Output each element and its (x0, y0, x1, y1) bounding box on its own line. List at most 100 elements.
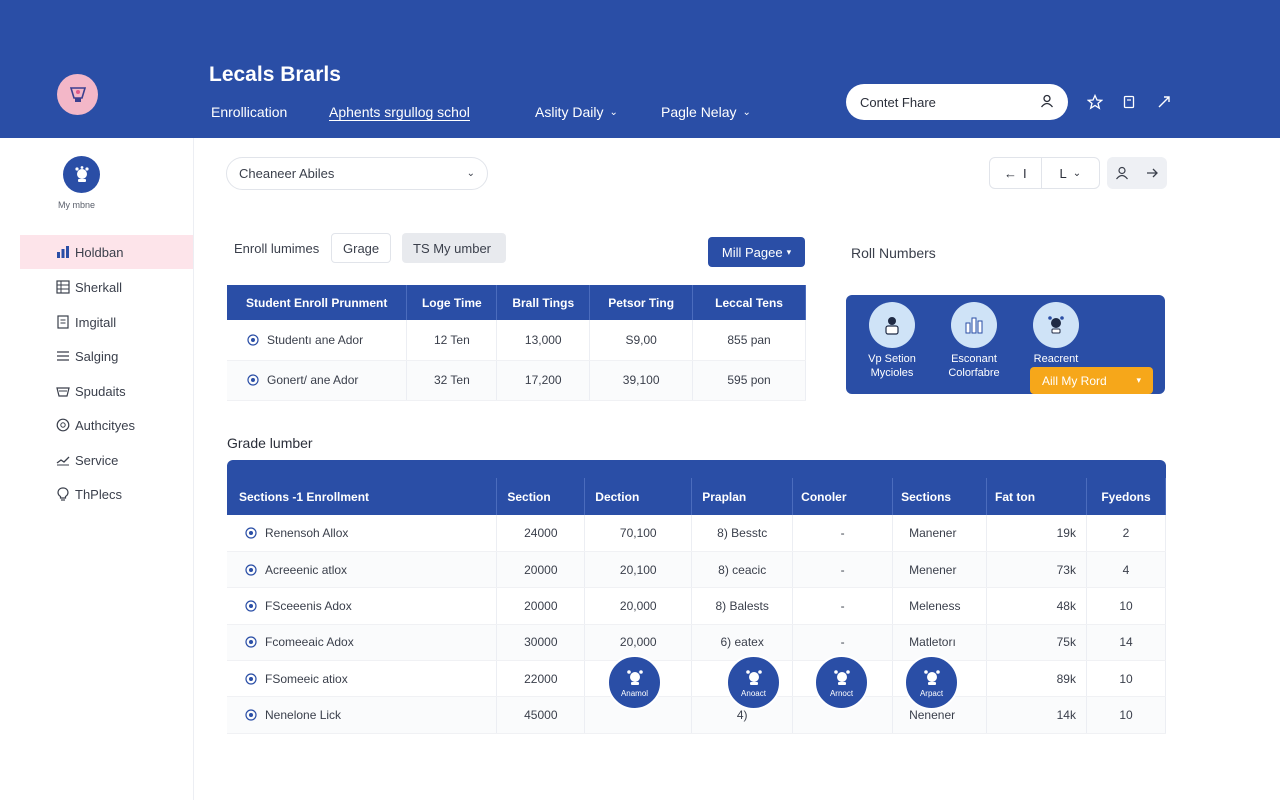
student-icon (245, 673, 257, 685)
badge-label: Anoact (741, 689, 766, 698)
column-header[interactable]: Praplan (691, 478, 794, 515)
grade-table: Sections -1 Enrollment Section Dection P… (227, 478, 1167, 734)
avatar[interactable] (63, 156, 100, 193)
tab-my-umber[interactable]: TS My umber (402, 233, 506, 263)
chevron-down-icon: ⌄ (1072, 167, 1082, 179)
logo-badge-icon[interactable] (57, 74, 98, 115)
table-row[interactable]: Gonert/ ane Ador 32 Ten 17,200 39,100 59… (227, 360, 806, 401)
sidebar-item-salging[interactable]: Salging (20, 339, 193, 373)
student-group-icon (1033, 302, 1079, 348)
student-icon (247, 334, 259, 346)
cell-text: Fcomeeaic Adox (265, 635, 354, 650)
page-indicator: I (1022, 165, 1027, 181)
table-cell: 20,100 (584, 551, 693, 589)
grade-number-title: Grade lumber (227, 435, 313, 451)
nav-aslity-daily[interactable]: Aslity Daily ⌄ (535, 104, 618, 120)
pager: ← I L ⌄ (989, 157, 1100, 189)
roll-item[interactable]: Vp Setion Mycioles (856, 302, 928, 380)
mill-page-button[interactable]: Mill Pagee ▾ (708, 237, 805, 267)
table-header-row: Student Enroll Prunment Loge Time Brall … (227, 285, 806, 320)
sidebar-item-holdban[interactable]: Holdban (20, 235, 193, 269)
sidebar-item-sherkall[interactable]: Sherkall (20, 270, 193, 304)
table-cell: 70,100 (584, 515, 693, 552)
sidebar-item-imgitall[interactable]: Imgitall (20, 305, 193, 339)
roll-item-line1: Esconant (951, 353, 997, 365)
sidebar-item-service[interactable]: Service (20, 443, 193, 477)
roll-item-line2: Mycioles (870, 367, 914, 379)
mode-dropdown[interactable]: L ⌄ (1042, 158, 1099, 188)
column-header[interactable]: Dection (584, 478, 693, 515)
student-icon (245, 636, 257, 648)
arrow-left-icon: ← (1003, 165, 1017, 181)
document-icon (57, 315, 69, 329)
hand-icon (56, 456, 70, 466)
tab-enroll[interactable]: Enroll lumimes (223, 233, 330, 263)
column-header[interactable]: Sections -1 Enrollment (227, 478, 498, 515)
table-cell: 4 (1086, 551, 1167, 589)
floating-badge[interactable]: Arnoct (814, 655, 869, 710)
sidebar-item-spudaits[interactable]: Spudaits (20, 374, 193, 408)
person-icon[interactable] (1040, 94, 1054, 111)
tab-grage[interactable]: Grage (331, 233, 392, 263)
nav-pagle-nelay[interactable]: Pagle Nelay ⌄ (661, 104, 751, 120)
floating-badge[interactable]: Arpact (904, 655, 959, 710)
floating-badge[interactable]: Anoact (726, 655, 781, 710)
nav-enrollication[interactable]: Enrollication (211, 104, 287, 120)
table-cell: 22000 (496, 660, 586, 698)
add-record-label: Aill My Rord (1042, 373, 1107, 388)
column-header[interactable]: Section (496, 478, 586, 515)
table-row[interactable]: Renensoh Allox 24000 70,100 8) Besstc - Manen… (227, 515, 1167, 552)
column-header[interactable]: Fyedons (1086, 478, 1167, 515)
star-icon[interactable] (1085, 92, 1105, 112)
bookmark-icon[interactable] (1119, 92, 1139, 112)
column-header[interactable]: Sections (892, 478, 988, 515)
search-input[interactable] (860, 94, 1040, 110)
person-icon (1116, 166, 1128, 180)
column-header[interactable]: Leccal Tens (692, 285, 806, 320)
nav-label: Aslity Daily (535, 104, 604, 120)
sidebar-item-label: Sherkall (75, 279, 122, 295)
table-cell: 10 (1086, 587, 1167, 625)
badge-label: Anamol (620, 689, 649, 698)
table-row[interactable]: Studentı ane Ador 12 Ten 13,000 S9,00 85… (227, 320, 806, 361)
column-header[interactable]: Conoler (792, 478, 894, 515)
student-group-icon (923, 670, 940, 685)
list-icon (57, 351, 69, 361)
reader-icon (869, 302, 915, 348)
tab-label: Enroll lumimes (234, 240, 320, 256)
nav-schol[interactable]: Aphents srgullog schol (329, 104, 470, 121)
roll-item[interactable]: Reacrent (1020, 302, 1092, 366)
table-row[interactable]: FSceeenis Adox 20000 20,000 8) Balests - Mele… (227, 587, 1167, 625)
nav-label: Enrollication (211, 104, 288, 120)
app-title: Lecals Brarls (209, 63, 341, 86)
sidebar-item-label: Spudaits (75, 383, 126, 399)
table-row[interactable]: Fcomeeaic Adox 30000 20,000 6) eatex - Matlet… (227, 624, 1167, 662)
sidebar-item-authcityes[interactable]: Authcityes (20, 408, 193, 442)
column-header[interactable]: Student Enroll Prunment (227, 285, 408, 320)
filter-select[interactable]: Cheaneer Abiles ⌄ (226, 157, 488, 190)
search-box[interactable] (846, 84, 1068, 120)
table-row[interactable]: FSomeeic atiox 22000 89k 10 (227, 660, 1167, 698)
column-header[interactable]: Brall Tings (496, 285, 591, 320)
table-cell: 20,000 (584, 587, 693, 625)
table-cell: FSomeeic atiox (227, 660, 498, 698)
table-cell: Renensoh Allox (227, 515, 498, 552)
add-record-button[interactable]: Aill My Rord ▾ (1030, 367, 1153, 394)
grade-table-body: Renensoh Allox 24000 70,100 8) Besstc - Manen… (227, 515, 1167, 734)
column-header[interactable]: Loge Time (406, 285, 498, 320)
table-cell: 10 (1086, 696, 1167, 734)
user-nav-button[interactable] (1107, 157, 1167, 189)
prev-button[interactable]: ← I (990, 158, 1042, 188)
share-icon[interactable] (1154, 92, 1174, 112)
floating-badge[interactable]: Anamol (607, 655, 662, 710)
table-cell: Meleness (892, 587, 988, 625)
chevron-down-icon: ⌄ (742, 106, 751, 118)
table-row[interactable]: Acreeenic atlox 20000 20,100 8) ceacic - Mene… (227, 551, 1167, 589)
table-cell: 8) Besstc (691, 515, 794, 552)
table-cell: 2 (1086, 515, 1167, 552)
column-header[interactable]: Fat ton (986, 478, 1087, 515)
roll-item[interactable]: Esconant Colorfabre (938, 302, 1010, 380)
table-row[interactable]: Nenelone Lick 45000 4) Nenener 14k 10 (227, 696, 1167, 734)
column-header[interactable]: Petsor Ting (589, 285, 694, 320)
sidebar-item-thplecs[interactable]: ThPlecs (20, 477, 193, 511)
